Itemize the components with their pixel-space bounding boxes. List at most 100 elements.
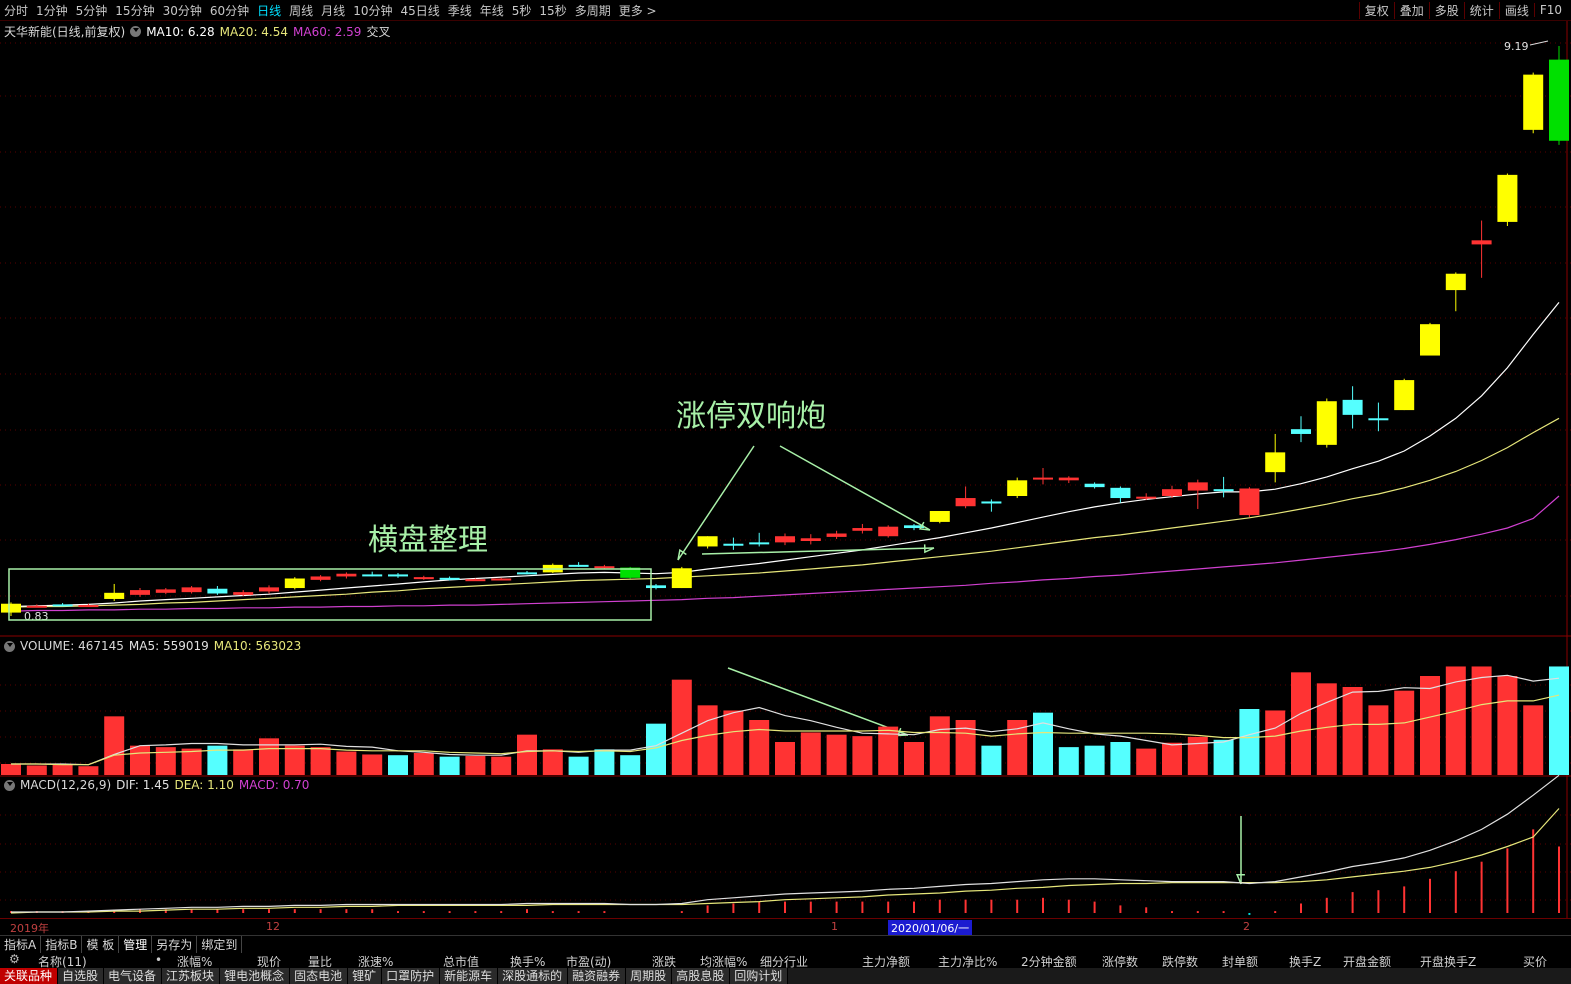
- volume-bar: [1136, 748, 1157, 775]
- block-tab[interactable]: 江苏板块: [162, 968, 221, 984]
- block-tab[interactable]: 锂电池概念: [220, 968, 291, 984]
- period-tab[interactable]: 15分钟: [115, 2, 154, 19]
- block-tab[interactable]: 关联品种: [0, 968, 59, 984]
- macd-legend: MACD(12,26,9) DIF: 1.45 DEA: 1.10 MACD: …: [4, 778, 314, 792]
- candle-body: [465, 579, 486, 582]
- block-tab[interactable]: 锂矿: [348, 968, 383, 984]
- candle-body: [775, 536, 795, 543]
- toolbar-button[interactable]: F10: [1533, 3, 1567, 17]
- indicator-button[interactable]: 指标A: [0, 936, 42, 953]
- period-tab[interactable]: 1分钟: [36, 2, 68, 19]
- period-tab[interactable]: 多周期: [575, 2, 611, 19]
- ma10-label: MA10: 6.28: [146, 24, 215, 39]
- period-tab[interactable]: 30分钟: [163, 2, 202, 19]
- candle-body: [207, 588, 228, 594]
- settings-dot-icon[interactable]: [130, 26, 142, 37]
- price-legend: 天华新能(日线,前复权) MA10: 6.28 MA20: 4.54 MA60:…: [4, 23, 395, 40]
- stock-name: 天华新能(日线,前复权): [4, 25, 126, 39]
- toolbar-button[interactable]: 复权: [1358, 1, 1394, 19]
- period-tab[interactable]: 季线: [448, 2, 472, 19]
- candle-body: [1213, 489, 1234, 492]
- period-tab[interactable]: 45日线: [400, 2, 439, 19]
- volume-settings-dot-icon[interactable]: [4, 640, 15, 652]
- candle-body: [26, 605, 47, 608]
- toolbar-button[interactable]: 叠加: [1393, 1, 1429, 19]
- toolbar-button[interactable]: 统计: [1463, 1, 1499, 19]
- volume-bar: [852, 736, 873, 775]
- indicator-button[interactable]: 绑定到: [197, 936, 243, 953]
- period-tab[interactable]: 10分钟: [353, 2, 392, 19]
- volume-bar: [904, 742, 924, 775]
- candle-body: [1471, 240, 1492, 245]
- volume-bar: [749, 720, 770, 775]
- candle-body: [517, 572, 537, 575]
- volume-bar: [104, 716, 125, 775]
- block-tab[interactable]: 回购计划: [730, 968, 789, 984]
- volume-bar: [517, 734, 537, 775]
- double-limit-text: 涨停双响炮: [676, 399, 826, 434]
- volume-bar: [439, 756, 460, 775]
- candle-body: [826, 533, 847, 537]
- indicator-button[interactable]: 管理: [119, 936, 153, 953]
- block-tab[interactable]: 深股通标的: [498, 968, 569, 984]
- toolbar-button[interactable]: 多股: [1428, 1, 1464, 19]
- indicator-button[interactable]: 另存为: [152, 936, 198, 953]
- date-cursor-label: 2020/01/06/一: [888, 920, 973, 936]
- volume-bar: [1471, 666, 1492, 775]
- block-tab[interactable]: 自选股: [58, 968, 105, 984]
- candle-body: [1007, 480, 1028, 496]
- volume-bar: [1110, 742, 1131, 775]
- period-tab[interactable]: 60分钟: [210, 2, 249, 19]
- period-tabs: 分时 1分钟 5分钟 15分钟 30分钟 60分钟 日线 周线 月线 10分钟 45日线 季线 年线 5秒…: [0, 2, 665, 19]
- table-header: 名称(11) • 涨幅% 现价 量比 涨速% 总市值 换手% 市盈(动) 涨跌 均涨幅% 细分行业 主力…: [0, 952, 1571, 969]
- block-tab[interactable]: 新能源车: [440, 968, 499, 984]
- candle-body: [929, 511, 950, 522]
- toolbar-button[interactable]: 画线: [1498, 1, 1534, 19]
- period-tab[interactable]: 日线: [257, 2, 281, 19]
- block-tabs: 关联品种 自选股 电气设备 江苏板块 锂电池概念 固态电池 锂矿 口罩防护 新能源车 深股通标的融…: [0, 968, 1571, 984]
- candle-body: [1523, 74, 1544, 130]
- block-tab[interactable]: 周期股: [626, 968, 673, 984]
- period-tab[interactable]: 年线: [480, 2, 504, 19]
- column-header[interactable]: •: [155, 953, 162, 967]
- ma60-label: MA60: 2.59: [293, 24, 362, 39]
- period-tab[interactable]: 15秒: [539, 2, 566, 19]
- candle-body: [104, 592, 125, 599]
- period-tab[interactable]: 月线: [321, 2, 345, 19]
- indicator-button[interactable]: 模 板: [82, 936, 120, 953]
- macd-settings-dot-icon[interactable]: [4, 779, 15, 791]
- indicator-button[interactable]: 指标B: [41, 936, 83, 953]
- block-tab[interactable]: 高股息股: [672, 968, 731, 984]
- period-tab[interactable]: 更多 >: [619, 2, 657, 19]
- macd-label: MACD(12,26,9): [20, 778, 112, 792]
- period-tab[interactable]: 5分钟: [76, 2, 108, 19]
- candle-body: [1368, 418, 1389, 421]
- period-tab[interactable]: 5秒: [512, 2, 532, 19]
- volume-bar: [697, 705, 718, 775]
- candle-body: [439, 577, 460, 580]
- volume-label: VOLUME: 467145: [20, 639, 124, 653]
- volume-bar: [594, 749, 615, 775]
- candle-body: [646, 585, 666, 589]
- arrow-flat-trend: [701, 547, 935, 555]
- volume-bar: [1549, 666, 1569, 775]
- volume-bar: [52, 764, 73, 775]
- candle-body: [1316, 401, 1337, 445]
- candle-body: [1445, 273, 1466, 291]
- volume-bar: [336, 751, 357, 775]
- candle-body: [259, 587, 279, 592]
- candle-body: [594, 566, 615, 569]
- candle-body: [1187, 482, 1208, 491]
- period-tab[interactable]: 周线: [289, 2, 313, 19]
- volume-bar: [1058, 747, 1079, 775]
- volume-bar: [78, 766, 99, 775]
- block-tab[interactable]: 电气设备: [104, 968, 163, 984]
- block-tab[interactable]: 口罩防护: [382, 968, 441, 984]
- candle-body: [130, 590, 150, 595]
- block-tab[interactable]: 融资融券: [568, 968, 627, 984]
- block-tab[interactable]: 固态电池: [290, 968, 349, 984]
- volume-bar: [1162, 742, 1182, 775]
- volume-bar: [542, 749, 563, 775]
- gear-icon[interactable]: ⚙: [9, 952, 20, 966]
- period-tab[interactable]: 分时: [4, 2, 28, 19]
